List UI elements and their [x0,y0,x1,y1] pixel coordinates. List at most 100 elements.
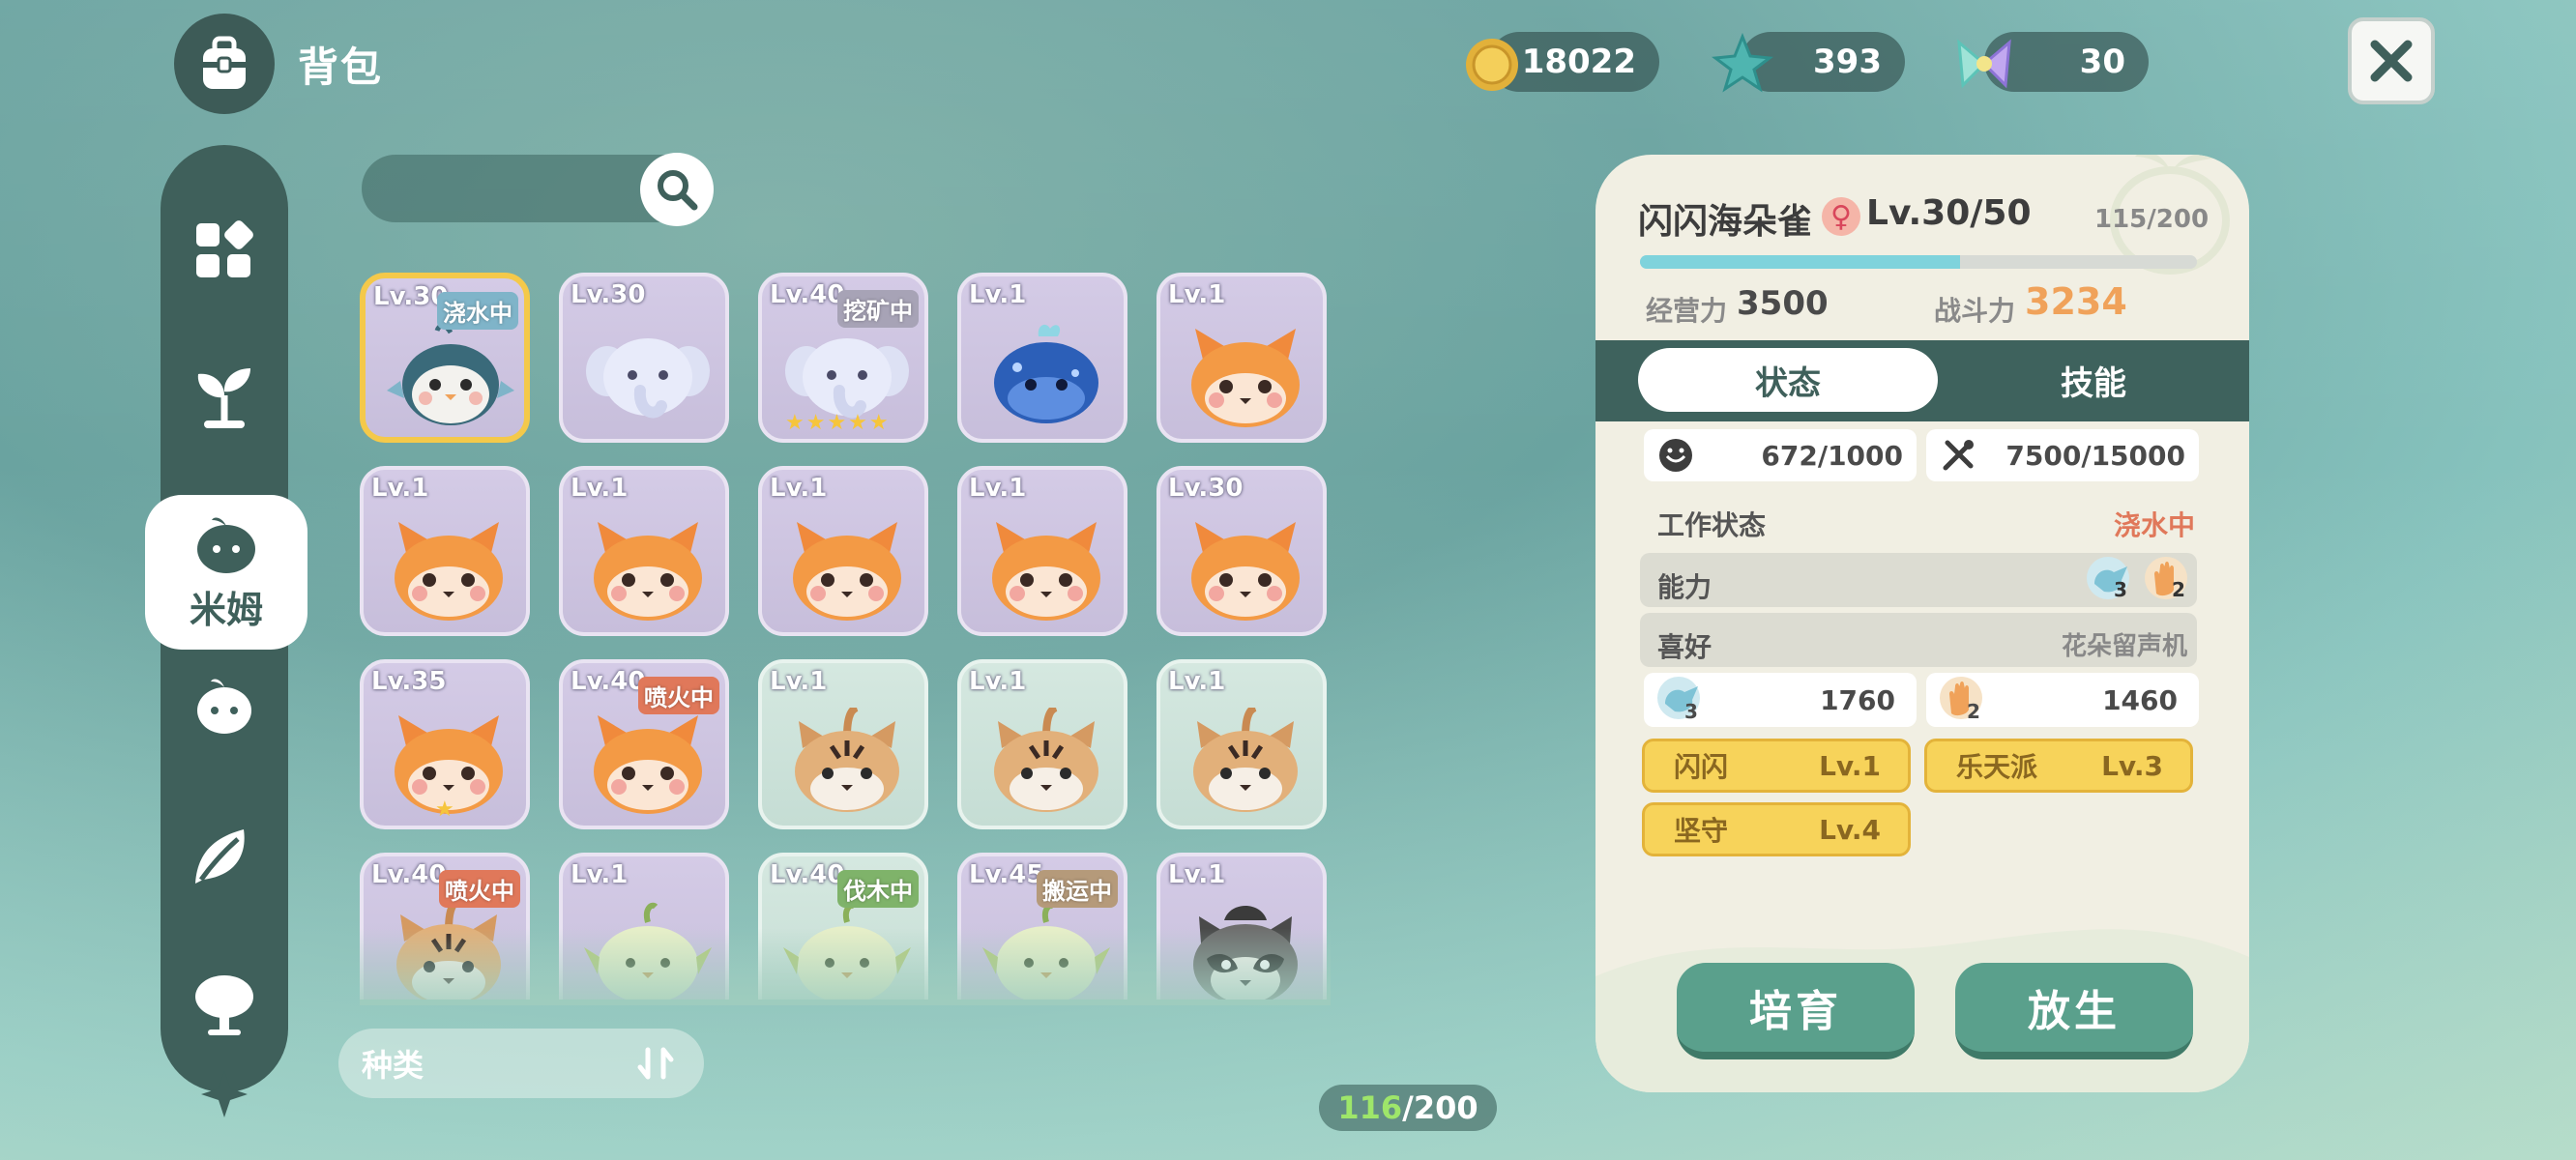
creature-card[interactable]: Lv.1 [559,466,729,636]
creature-card[interactable]: Lv.1 [957,466,1127,636]
fox-creature-icon [584,514,712,623]
work-status-value: 浇水中 [2114,509,2196,541]
management-value: 3500 [1737,284,1829,323]
tab-sprout[interactable] [161,358,288,435]
leaf-icon [195,829,245,884]
creature-card[interactable]: Lv.30 [559,273,729,443]
tiger-creature-icon [982,704,1110,816]
card-status-badge: 喷火中 [638,677,719,714]
mimu-icon [197,517,255,573]
tree-icon [195,975,253,1035]
exp-bar [1640,255,2197,269]
creature-icon [197,679,251,734]
creature-card[interactable]: Lv.35 ★ [360,659,530,829]
hobby-label: 喜好 [1657,631,1712,663]
close-button[interactable] [2348,17,2435,104]
creature-card[interactable]: Lv.1 [758,659,928,829]
creature-card[interactable]: Lv.1 [1156,273,1327,443]
card-status-badge: 搬运中 [1037,870,1118,908]
creature-card[interactable]: Lv.1 [957,659,1127,829]
capacity-max: /200 [1402,1089,1478,1126]
trait-badge[interactable]: 坚守 Lv.4 [1642,802,1911,856]
management-label: 经营力 [1646,295,1728,327]
card-status-badge: 挖矿中 [837,290,919,328]
hand-skill-value: 1460 [2102,683,2178,716]
search-button[interactable] [640,153,714,226]
card-level: Lv.1 [969,280,1027,309]
food-stat: 7500/15000 [1926,429,2199,481]
card-stars: ★ [435,798,456,822]
card-level: Lv.1 [1168,860,1226,889]
fox-creature-icon [584,708,712,816]
elephant-creature-icon [584,321,712,429]
hand-skill-level: 2 [1967,700,1980,723]
card-level: Lv.1 [770,474,828,503]
hand-ability-level: 2 [2172,578,2185,601]
hobby-value: 花朵留声机 [2062,632,2188,661]
mood-stat: 672/1000 [1644,429,1917,481]
backpack-icon [174,14,275,114]
fox-creature-icon [385,514,512,623]
watering-ability-icon [2085,555,2137,609]
creature-card[interactable]: Lv.1 [360,466,530,636]
creature-card[interactable]: Lv.30 [1156,466,1327,636]
creature-card[interactable]: Lv.1 [758,466,928,636]
watering-ability-level: 3 [2114,578,2127,601]
card-level: Lv.1 [571,860,629,889]
trait-level: Lv.3 [2101,749,2163,782]
card-level: Lv.40 [571,667,646,696]
hand-ability-icon [2143,555,2195,609]
smile-icon [1659,439,1692,472]
ability-label: 能力 [1657,571,1712,603]
breed-button[interactable]: 培育 [1677,963,1915,1059]
card-level: Lv.30 [571,280,646,309]
food-value: 7500/15000 [2005,439,2185,472]
card-level: Lv.1 [571,474,629,503]
fox-creature-icon [982,514,1110,623]
creature-level: Lv.30/50 [1866,193,2032,233]
sort-dropdown[interactable]: 种类 [338,1029,704,1098]
tab-decor[interactable] [161,965,288,1042]
card-level: Lv.45 [969,860,1044,889]
trait-level: Lv.1 [1819,749,1881,782]
fox-creature-icon [1182,321,1309,429]
tab-status[interactable]: 状态 [1638,348,1938,412]
utensils-icon [1943,440,1974,471]
card-level: Lv.1 [969,474,1027,503]
grid-fade [360,928,1331,1005]
release-button[interactable]: 放生 [1955,963,2193,1059]
tab-skills[interactable]: 技能 [1944,348,2243,412]
tab-all[interactable] [161,213,288,290]
page-title: 背包 [298,44,384,91]
card-stars: ★★★★★ [785,411,891,435]
watering-skill: 3 1760 [1644,673,1917,727]
trait-name: 坚守 [1674,815,1729,847]
tab-plants[interactable] [161,818,288,895]
sprout-icon [197,368,250,428]
trait-level: Lv.4 [1819,813,1881,846]
creature-card[interactable]: Lv.30 浇水中 [360,273,530,443]
card-status-badge: 伐木中 [837,870,919,908]
close-icon [2370,40,2413,82]
capacity-current: 116 [1337,1089,1403,1126]
creature-card[interactable]: Lv.40 喷火中 [559,659,729,829]
tab-mimu[interactable]: 米姆 [145,495,307,650]
card-level: Lv.40 [770,280,845,309]
card-level: Lv.40 [770,860,845,889]
trait-badge[interactable]: 乐天派 Lv.3 [1924,739,2193,793]
sort-label: 种类 [362,1047,424,1084]
capacity-counter: 116/200 [1319,1085,1497,1131]
fox-creature-icon [1182,514,1309,623]
card-level: Lv.35 [371,667,447,696]
creature-card[interactable]: Lv.40 挖矿中 ★★★★★ [758,273,928,443]
tiger-creature-icon [1182,704,1309,816]
card-level: Lv.30 [1168,474,1244,503]
creature-card[interactable]: Lv.1 [957,273,1127,443]
exp-text: 115/200 [2094,205,2210,234]
trait-name: 闪闪 [1674,751,1729,783]
watering-skill-value: 1760 [1820,683,1895,716]
card-level: Lv.40 [371,860,447,889]
trait-badge[interactable]: 闪闪 Lv.1 [1642,739,1911,793]
tab-creature[interactable] [161,667,288,744]
creature-card[interactable]: Lv.1 [1156,659,1327,829]
